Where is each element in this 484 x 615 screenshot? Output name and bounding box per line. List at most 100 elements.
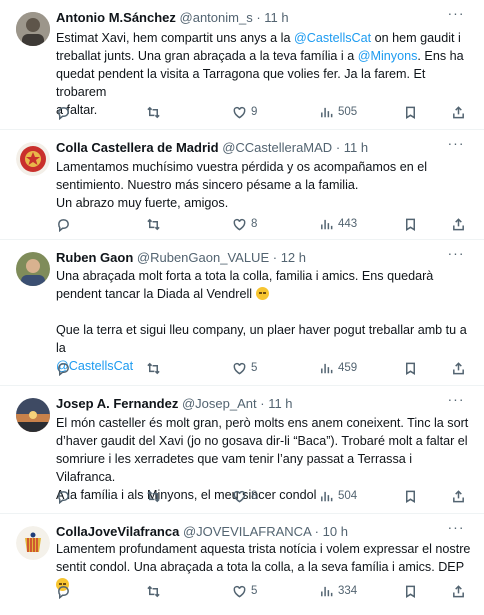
separator: · [260,396,265,411]
author-handle[interactable]: @Josep_Ant [182,396,257,411]
reply-button[interactable] [56,103,71,121]
like-button[interactable]: 5 [232,359,257,377]
share-button[interactable] [451,487,466,505]
timestamp[interactable]: 11 h [344,140,368,155]
reply-button[interactable] [56,582,71,600]
avatar[interactable] [16,526,50,560]
mention-link[interactable]: @Minyons [358,49,418,63]
text-line: quedat pendent la visita a Tarragona que… [56,67,426,99]
mention-link[interactable]: @CastellsCat [294,31,371,45]
tweet[interactable]: Ruben Gaon @RubenGaon_VALUE · 12 h ··· U… [0,240,484,386]
more-options-icon[interactable]: ··· [444,520,468,540]
avatar[interactable] [16,252,50,286]
retweet-button[interactable] [146,359,161,377]
like-count: 5 [251,585,258,597]
author-handle[interactable]: @antonim_s [180,10,253,25]
avatar[interactable] [16,142,50,176]
retweet-button[interactable] [146,487,161,505]
retweet-icon [147,106,160,118]
reply-icon [58,362,69,376]
views-button[interactable]: 334 [319,582,357,600]
separator: · [272,250,278,265]
reply-icon [58,218,69,232]
timestamp[interactable]: 10 h [323,524,348,539]
like-button[interactable]: 8 [232,487,257,505]
avatar[interactable] [16,12,50,46]
author-handle[interactable]: @RubenGaon_VALUE [137,250,269,265]
like-button[interactable]: 9 [232,103,257,121]
bookmark-button[interactable] [403,103,418,121]
sad-face-emoji-icon [255,287,269,300]
reply-icon [58,106,69,120]
author-name[interactable]: Antonio M.Sánchez [56,10,176,25]
text-line: El món casteller és molt gran, però molt… [56,416,469,430]
tweet-actions: 5 459 [56,359,468,377]
author-name[interactable]: CollaJoveVilafranca [56,524,179,539]
retweet-button[interactable] [146,103,161,121]
views-button[interactable]: 443 [319,215,357,233]
reply-button[interactable] [56,487,71,505]
heart-icon [233,490,246,503]
more-options-icon[interactable]: ··· [444,392,468,412]
timestamp[interactable]: 12 h [281,250,306,265]
tweet-actions: 9 505 [56,103,468,121]
separator: · [314,524,319,539]
author-handle[interactable]: @CCastelleraMAD [222,140,332,155]
author-name[interactable]: Josep A. Fernandez [56,396,178,411]
tweet[interactable]: Antonio M.Sánchez @antonim_s · 11 h ··· … [0,0,484,130]
reply-button[interactable] [56,359,71,377]
timestamp[interactable]: 11 h [268,396,292,411]
bookmark-button[interactable] [403,582,418,600]
text-line: sentimiento. Nuestro más sincero pésame … [56,178,359,192]
text-line: somriure i les xerradetes que vam tenir … [56,452,413,484]
views-button[interactable]: 504 [319,487,357,505]
bookmark-button[interactable] [403,359,418,377]
bookmark-icon [406,106,415,119]
tweet-header: CollaJoveVilafranca @JOVEVILAFRANCA · 10… [56,523,444,541]
tweet-actions: 8 504 [56,487,468,505]
more-options-icon[interactable]: ··· [444,6,468,26]
share-button[interactable] [451,215,466,233]
heart-icon [233,362,246,375]
tweet[interactable]: Colla Castellera de Madrid @CCastelleraM… [0,130,484,240]
tweet[interactable]: Josep A. Fernandez @Josep_Ant · 11 h ···… [0,386,484,514]
bookmark-icon [406,218,415,231]
retweet-icon [147,218,160,230]
author-name[interactable]: Ruben Gaon [56,250,133,265]
more-options-icon[interactable]: ··· [444,246,468,266]
bookmark-button[interactable] [403,215,418,233]
text-line: treballat junts. Una gran abraçada a la … [56,49,464,63]
author-name[interactable]: Colla Castellera de Madrid [56,140,219,155]
tweet-header: Josep A. Fernandez @Josep_Ant · 11 h [56,395,444,413]
like-button[interactable]: 8 [232,215,257,233]
share-icon [453,584,464,597]
like-count: 8 [251,218,258,230]
views-button[interactable]: 505 [319,103,357,121]
author-handle[interactable]: @JOVEVILAFRANCA [183,524,311,539]
share-icon [453,361,464,374]
avatar[interactable] [16,398,50,432]
retweet-button[interactable] [146,215,161,233]
text-line: Estimat Xavi, hem compartit uns anys a l… [56,31,461,45]
tweet-text: Lamentamos muchísimo vuestra pérdida y o… [56,158,474,212]
view-count: 505 [338,106,358,118]
tweet-actions: 5 334 [56,582,468,600]
bookmark-icon [406,585,415,598]
tweet-header: Colla Castellera de Madrid @CCastelleraM… [56,139,444,157]
like-button[interactable]: 5 [232,582,257,600]
share-button[interactable] [451,582,466,600]
views-button[interactable]: 459 [319,359,357,377]
share-button[interactable] [451,359,466,377]
retweet-button[interactable] [146,582,161,600]
text-line: Lamentem profundament aquesta trista not… [56,542,471,556]
reply-button[interactable] [56,215,71,233]
timestamp[interactable]: 11 h [264,10,288,25]
text-line: Que la terra et sigui lleu company, un p… [56,323,467,355]
tweet[interactable]: CollaJoveVilafranca @JOVEVILAFRANCA · 10… [0,514,484,615]
share-button[interactable] [451,103,466,121]
bookmark-button[interactable] [403,487,418,505]
more-options-icon[interactable]: ··· [444,136,468,156]
heart-icon [233,218,246,231]
heart-icon [233,106,246,119]
timeline-feed: Antonio M.Sánchez @antonim_s · 11 h ··· … [0,0,484,615]
